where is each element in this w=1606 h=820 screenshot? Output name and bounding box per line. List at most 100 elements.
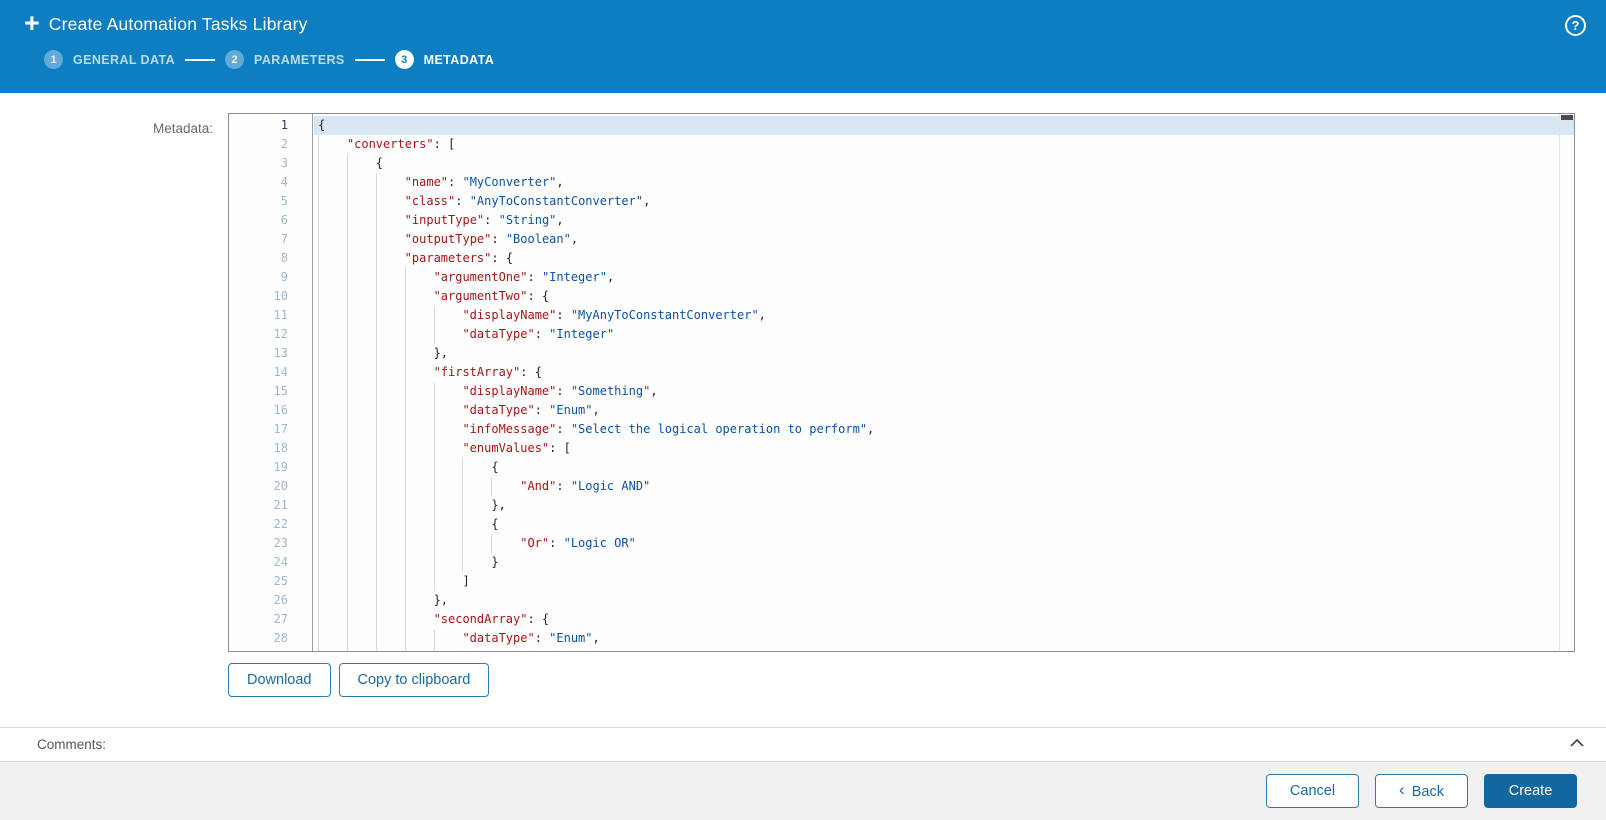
line-number: 12 (273, 327, 288, 341)
editor-code-area[interactable]: {"converters": [{"name": "MyConverter", "… (314, 114, 1574, 651)
code-line[interactable]: { (314, 458, 1574, 477)
indent-guide (318, 230, 347, 249)
step-number: 1 (44, 50, 63, 69)
indent-guide (318, 629, 347, 648)
indent-guide (404, 420, 434, 439)
code-line[interactable]: "dataType": "Enum", (314, 401, 1574, 420)
step-parameters[interactable]: 2 PARAMETERS (225, 50, 345, 69)
indent-guide (318, 458, 347, 477)
code-line[interactable]: ] (314, 572, 1574, 591)
code-line[interactable]: "infoMessage": "Select the logical opera… (314, 420, 1574, 439)
code-line[interactable]: "secondArray": { (314, 610, 1574, 629)
code-line[interactable]: "enumValues": [ (314, 648, 1574, 651)
code-line[interactable]: "argumentOne": "Integer", (314, 268, 1574, 287)
indent-guide (318, 515, 347, 534)
metadata-code-editor[interactable]: 1 2 3 4 5 6 7 8 9 10 11 12 13 14 15 16 17 18 19 20 21 22 23 24 2… (228, 113, 1575, 652)
indent-guide (375, 610, 405, 629)
comments-label: Comments: (37, 737, 107, 752)
code-line[interactable]: { (314, 515, 1574, 534)
download-button[interactable]: Download (228, 663, 331, 697)
indent-guide (375, 629, 405, 648)
code-line[interactable]: "outputType": "Boolean", (314, 230, 1574, 249)
indent-guide (375, 230, 405, 249)
line-number: 27 (273, 612, 288, 626)
indent-guide (462, 553, 491, 572)
indent-guide (375, 477, 405, 496)
indent-guide (433, 648, 463, 651)
code-line[interactable]: }, (314, 591, 1574, 610)
indent-guide (375, 439, 405, 458)
indent-guide (346, 268, 376, 287)
step-number: 3 (394, 50, 414, 69)
indent-guide (346, 382, 376, 401)
indent-guide (404, 572, 434, 591)
indent-guide (318, 572, 347, 591)
line-number: 21 (273, 498, 288, 512)
indent-guide (318, 648, 347, 651)
code-line[interactable]: "converters": [ (314, 135, 1574, 154)
back-button[interactable]: ‹ Back (1375, 774, 1468, 808)
indent-guide (375, 515, 405, 534)
code-line[interactable]: "displayName": "MyAnyToConstantConverter… (314, 306, 1574, 325)
code-line[interactable]: "firstArray": { (314, 363, 1574, 382)
chevron-up-icon[interactable] (1570, 738, 1584, 748)
indent-guide (375, 572, 405, 591)
indent-guide (375, 192, 405, 211)
wizard-header: + Create Automation Tasks Library ? 1 GEN… (0, 0, 1606, 93)
code-line[interactable]: "displayName": "Something", (314, 382, 1574, 401)
code-line[interactable]: "parameters": { (314, 249, 1574, 268)
indent-guide (318, 135, 347, 154)
help-icon[interactable]: ? (1565, 15, 1586, 36)
editor-scrollbar-thumb[interactable] (1561, 115, 1573, 120)
indent-guide (433, 439, 463, 458)
indent-guide (346, 420, 376, 439)
line-number: 2 (280, 137, 288, 151)
page-title: Create Automation Tasks Library (48, 14, 308, 34)
code-line[interactable]: { (314, 116, 1574, 135)
indent-guide (318, 154, 347, 173)
code-line[interactable]: "enumValues": [ (314, 439, 1574, 458)
step-connector (354, 58, 385, 61)
create-button[interactable]: Create (1484, 774, 1577, 808)
line-number: 20 (273, 479, 288, 493)
indent-guide (318, 610, 347, 629)
code-line[interactable]: "inputType": "String", (314, 211, 1574, 230)
code-line[interactable]: } (314, 553, 1574, 572)
indent-guide (346, 477, 376, 496)
indent-guide (318, 325, 347, 344)
indent-guide (318, 591, 347, 610)
code-line[interactable]: "dataType": "Integer" (314, 325, 1574, 344)
cancel-button[interactable]: Cancel (1266, 774, 1359, 808)
indent-guide (375, 382, 405, 401)
indent-guide (375, 496, 405, 515)
indent-guide (318, 363, 347, 382)
indent-guide (346, 306, 376, 325)
indent-guide (404, 648, 434, 651)
indent-guide (346, 173, 376, 192)
copy-to-clipboard-button[interactable]: Copy to clipboard (338, 663, 490, 697)
indent-guide (318, 382, 347, 401)
code-line[interactable]: { (314, 154, 1574, 173)
indent-guide (404, 268, 434, 287)
editor-scrollbar[interactable] (1559, 114, 1574, 651)
indent-guide (404, 534, 434, 553)
code-line[interactable]: "And": "Logic AND" (314, 477, 1574, 496)
indent-guide (375, 306, 405, 325)
code-line[interactable]: "argumentTwo": { (314, 287, 1574, 306)
code-line[interactable]: "name": "MyConverter", (314, 173, 1574, 192)
indent-guide (375, 534, 405, 553)
code-line[interactable]: }, (314, 344, 1574, 363)
step-label: PARAMETERS (254, 52, 345, 67)
code-line[interactable]: "dataType": "Enum", (314, 629, 1574, 648)
code-line[interactable]: "Or": "Logic OR" (314, 534, 1574, 553)
code-line[interactable]: }, (314, 496, 1574, 515)
indent-guide (433, 401, 463, 420)
indent-guide (404, 591, 434, 610)
line-number: 25 (273, 574, 288, 588)
indent-guide (375, 363, 405, 382)
indent-guide (462, 496, 491, 515)
code-line[interactable]: "class": "AnyToConstantConverter", (314, 192, 1574, 211)
step-metadata[interactable]: 3 METADATA (394, 50, 495, 69)
indent-guide (462, 458, 491, 477)
step-general-data[interactable]: 1 GENERAL DATA (44, 50, 175, 69)
